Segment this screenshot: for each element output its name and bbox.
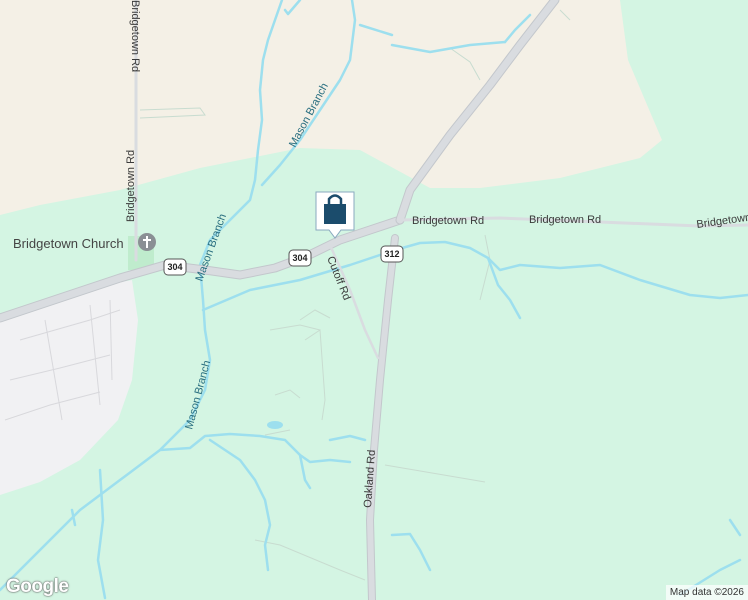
map-base: 304 304 312 Bridgetown Rd Bridgetown Rd … — [0, 0, 748, 600]
map-canvas[interactable]: 304 304 312 Bridgetown Rd Bridgetown Rd … — [0, 0, 748, 600]
route-304-shield: 304 — [163, 258, 187, 276]
farmland-area — [0, 0, 662, 215]
route-304-label-b: 304 — [292, 253, 307, 263]
bridgetown-rd-east-label-1: Bridgetown Rd — [412, 215, 484, 227]
map-attribution[interactable]: Map data ©2026 — [665, 585, 748, 600]
location-marker[interactable] — [315, 191, 355, 239]
bridgetown-rd-vertical-top-label: Bridgetown Rd — [129, 0, 141, 72]
pond — [267, 421, 283, 429]
mason-branch-label-3: Mason Branch — [183, 359, 213, 431]
route-304-shield-2: 304 — [288, 249, 312, 267]
bridgetown-rd-vertical-mid-label: Bridgetown Rd — [125, 150, 137, 222]
oakland-rd-label: Oakland Rd — [362, 449, 378, 508]
bridgetown-church-label: Bridgetown Church — [13, 236, 124, 251]
route-312-shield: 312 — [380, 245, 404, 263]
cutoff-rd-label: Cutoff Rd — [324, 255, 352, 302]
google-logo[interactable]: Google — [6, 576, 69, 598]
route-312-label: 312 — [384, 249, 399, 259]
route-304-label-a: 304 — [167, 262, 182, 272]
bridgetown-rd-east-label-3: Bridgetown Rd — [696, 209, 748, 231]
bridgetown-rd-east-label-2: Bridgetown Rd — [529, 214, 601, 226]
